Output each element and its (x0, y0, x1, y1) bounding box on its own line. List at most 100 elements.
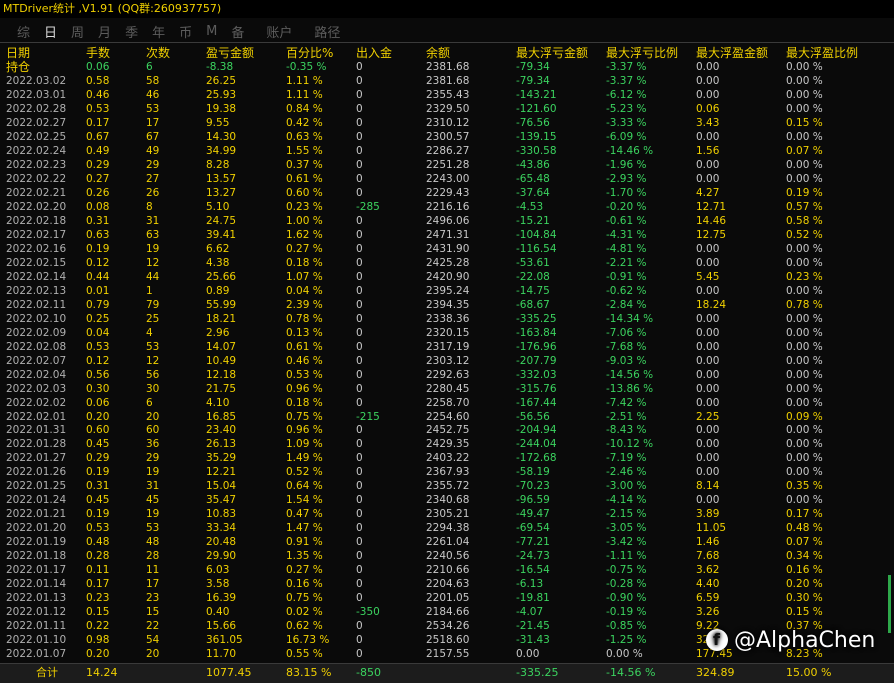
table-row[interactable]: 2022.02.15 0.12 12 4.38 0.18 % 0 2425.28 -53.61… (0, 256, 894, 270)
column-header[interactable]: 最大浮盈比例 (786, 45, 858, 61)
table-row[interactable]: 2022.02.23 0.29 29 8.28 0.37 % 0 2251.28 -43.86… (0, 158, 894, 172)
table-row[interactable]: 2022.01.17 0.11 11 6.03 0.27 % 0 2210.66 -16.54… (0, 563, 894, 577)
table-cell: 0 (356, 214, 363, 227)
table-row[interactable]: 2022.02.22 0.27 27 13.57 0.61 % 0 2243.00 -65.4… (0, 172, 894, 186)
table-row[interactable]: 2022.02.09 0.04 4 2.96 0.13 % 0 2320.15 -163.84… (0, 326, 894, 340)
table-cell: -0.20 % (606, 200, 647, 213)
table-cell: -350 (356, 606, 380, 619)
column-header[interactable]: 最大浮亏比例 (606, 45, 678, 61)
table-row[interactable]: 2022.03.01 0.46 46 25.93 1.11 % 0 2355.43 -143.… (0, 88, 894, 102)
table-row[interactable]: 2022.01.18 0.28 28 29.90 1.35 % 0 2240.56 -24.7… (0, 549, 894, 563)
column-header[interactable]: 最大浮亏金额 (516, 45, 588, 61)
table-cell: 2022.02.22 (6, 172, 67, 185)
table-row[interactable]: 2022.01.19 0.48 48 20.48 0.91 % 0 2261.04 -77.2… (0, 535, 894, 549)
scrollbar[interactable] (888, 575, 891, 633)
table-cell: 2022.01.20 (6, 522, 67, 535)
tab-5[interactable]: 年 (152, 22, 165, 41)
column-header[interactable]: 百分比% (286, 45, 333, 61)
tab-1[interactable]: 日 (44, 22, 57, 41)
table-row[interactable]: 2022.02.10 0.25 25 18.21 0.78 % 0 2338.36 -335.… (0, 312, 894, 326)
table-cell: 2022.02.25 (6, 130, 67, 143)
column-header[interactable]: 盈亏金额 (206, 45, 254, 61)
column-header[interactable]: 次数 (146, 45, 170, 61)
table-row[interactable]: 2022.02.02 0.06 6 4.10 0.18 % 0 2258.70 -167.44… (0, 396, 894, 410)
table-row[interactable]: 2022.02.16 0.19 19 6.62 0.27 % 0 2431.90 -116.5… (0, 242, 894, 256)
table-cell: 1.47 % (286, 522, 323, 535)
table-cell: 2022.02.20 (6, 200, 67, 213)
table-row[interactable]: 2022.02.04 0.56 56 12.18 0.53 % 0 2292.63 -332.… (0, 368, 894, 382)
table-row[interactable]: 2022.01.13 0.23 23 16.39 0.75 % 0 2201.05 -19.8… (0, 591, 894, 605)
table-cell: 0.17 (86, 578, 110, 591)
table-cell: 11 (146, 564, 160, 577)
table-row[interactable]: 2022.01.27 0.29 29 35.29 1.49 % 0 2403.22 -172.… (0, 451, 894, 465)
table-row[interactable]: 2022.02.08 0.53 53 14.07 0.61 % 0 2317.19 -176.… (0, 340, 894, 354)
table-cell: -14.46 % (606, 144, 654, 157)
watermark: f @AlphaChen (706, 622, 875, 658)
table-cell: 0.23 % (786, 270, 823, 283)
table-row[interactable]: 2022.03.02 0.58 58 26.25 1.11 % 0 2381.68 -79.3… (0, 74, 894, 88)
summary-cell: 324.89 (696, 666, 735, 679)
tab-0[interactable]: 综 (17, 22, 30, 41)
table-row[interactable]: 2022.01.25 0.31 31 15.04 0.64 % 0 2355.72 -70.2… (0, 479, 894, 493)
column-header[interactable]: 手数 (86, 45, 110, 61)
tab-9[interactable]: 账户 (266, 22, 292, 41)
table-cell: 0 (356, 452, 363, 465)
table-row[interactable]: 2022.02.25 0.67 67 14.30 0.63 % 0 2300.57 -139.… (0, 130, 894, 144)
column-header[interactable]: 出入金 (356, 45, 392, 61)
tab-4[interactable]: 季 (125, 22, 138, 41)
table-cell: -53.61 (516, 256, 550, 269)
table-row[interactable]: 2022.02.18 0.31 31 24.75 1.00 % 0 2496.06 -15.2… (0, 214, 894, 228)
table-cell: 0 (356, 74, 363, 87)
table-cell: 361.05 (206, 634, 243, 647)
holding-row[interactable]: 持仓 0.06 6 -8.38 -0.35 % 0 2381.68 -79.34 -3.37 %… (0, 60, 894, 74)
table-cell: 0.02 % (286, 606, 323, 619)
table-row[interactable]: 2022.02.17 0.63 63 39.41 1.62 % 0 2471.31 -104.… (0, 228, 894, 242)
table-cell: 0 (356, 186, 363, 199)
table-cell: 2425.28 (426, 256, 470, 269)
tab-7[interactable]: M (206, 24, 217, 39)
table-row[interactable]: 2022.02.21 0.26 26 13.27 0.60 % 0 2229.43 -37.6… (0, 186, 894, 200)
table-cell: 0.19 (86, 466, 110, 479)
table-row[interactable]: 2022.02.14 0.44 44 25.66 1.07 % 0 2420.90 -22.0… (0, 270, 894, 284)
table-cell: 3.58 (206, 578, 230, 591)
tab-6[interactable]: 币 (179, 22, 192, 41)
table-row[interactable]: 2022.01.14 0.17 17 3.58 0.16 % 0 2204.63 -6.13 -… (0, 577, 894, 591)
table-row[interactable]: 2022.02.27 0.17 17 9.55 0.42 % 0 2310.12 -76.56… (0, 116, 894, 130)
table-cell: 33.34 (206, 522, 237, 535)
table-cell: 0.06 (86, 61, 110, 73)
table-row[interactable]: 2022.02.20 0.08 8 5.10 0.23 % -285 2216.16 -4.5… (0, 200, 894, 214)
table-row[interactable]: 2022.01.12 0.15 15 0.40 0.02 % -350 2184.66 -4.… (0, 605, 894, 619)
table-row[interactable]: 2022.02.24 0.49 49 34.99 1.55 % 0 2286.27 -330.… (0, 144, 894, 158)
table-row[interactable]: 2022.01.24 0.45 45 35.47 1.54 % 0 2340.68 -96.5… (0, 493, 894, 507)
table-cell: 39.41 (206, 228, 237, 241)
table-cell: 0.16 % (786, 564, 823, 577)
table-cell: 0.57 % (786, 200, 823, 213)
table-row[interactable]: 2022.02.03 0.30 30 21.75 0.96 % 0 2280.45 -315.… (0, 382, 894, 396)
table-cell: 0.00 % (786, 396, 823, 409)
table-cell: 2157.55 (426, 648, 470, 661)
column-header[interactable]: 余额 (426, 45, 450, 61)
table-row[interactable]: 2022.02.28 0.53 53 19.38 0.84 % 0 2329.50 -121.… (0, 102, 894, 116)
table-row[interactable]: 2022.02.07 0.12 12 10.49 0.46 % 0 2303.12 -207.… (0, 354, 894, 368)
tab-3[interactable]: 月 (98, 22, 111, 41)
table-row[interactable]: 2022.01.31 0.60 60 23.40 0.96 % 0 2452.75 -204.… (0, 423, 894, 437)
table-row[interactable]: 2022.01.20 0.53 53 33.34 1.47 % 0 2294.38 -69.5… (0, 521, 894, 535)
table-cell: 2518.60 (426, 634, 470, 647)
tab-2[interactable]: 周 (71, 22, 84, 41)
table-cell: -3.37 % (606, 61, 647, 73)
facebook-icon: f (706, 629, 728, 651)
tab-8[interactable]: 备 (231, 22, 244, 41)
table-row[interactable]: 2022.02.13 0.01 1 0.89 0.04 % 0 2395.24 -14.75 -… (0, 284, 894, 298)
table-row[interactable]: 2022.02.11 0.79 79 55.99 2.39 % 0 2394.35 -68.6… (0, 298, 894, 312)
tab-10[interactable]: 路径 (314, 22, 340, 41)
table-row[interactable]: 2022.01.26 0.19 19 12.21 0.52 % 0 2367.93 -58.1… (0, 465, 894, 479)
table-row[interactable]: 2022.01.21 0.19 19 10.83 0.47 % 0 2305.21 -49.4… (0, 507, 894, 521)
table-row[interactable]: 2022.01.28 0.45 36 26.13 1.09 % 0 2429.35 -244.… (0, 437, 894, 451)
table-cell: -7.19 % (606, 452, 647, 465)
column-header[interactable]: 最大浮盈金额 (696, 45, 768, 61)
table-cell: -5.23 % (606, 102, 647, 115)
table-row[interactable]: 2022.02.01 0.20 20 16.85 0.75 % -215 2254.60 -5… (0, 410, 894, 424)
table-cell: -6.12 % (606, 88, 647, 101)
table-cell: 0.52 % (286, 466, 323, 479)
column-header[interactable]: 日期 (6, 45, 30, 61)
